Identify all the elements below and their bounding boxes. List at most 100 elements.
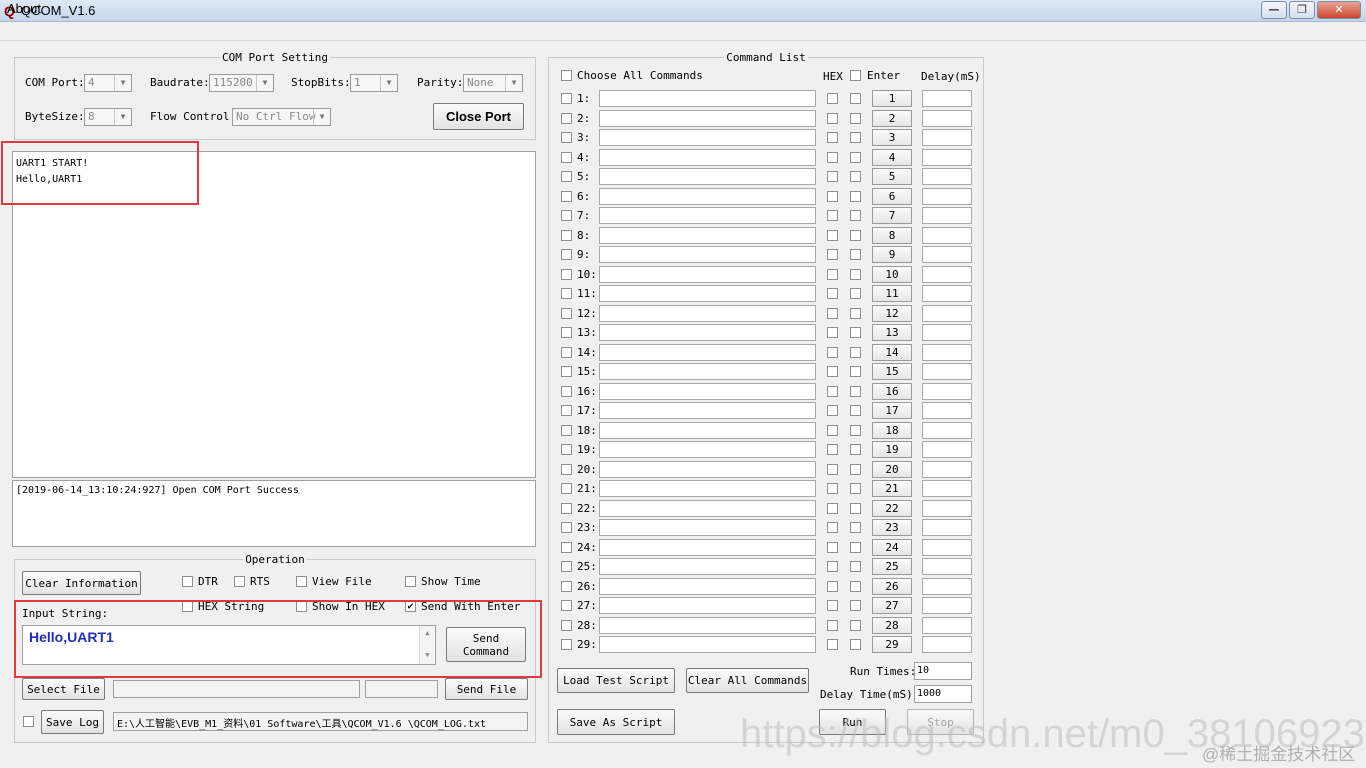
- command-hex-checkbox[interactable]: [827, 639, 838, 650]
- stopbits-select[interactable]: 1 ▼: [350, 74, 398, 92]
- command-row-checkbox[interactable]: [561, 112, 572, 124]
- dtr-checkbox[interactable]: [182, 576, 193, 587]
- command-row-checkbox[interactable]: [561, 580, 572, 592]
- command-row-checkbox[interactable]: [561, 483, 572, 494]
- command-input[interactable]: [599, 285, 816, 302]
- command-hex-checkbox[interactable]: [827, 190, 838, 202]
- command-send-button[interactable]: 9: [872, 246, 912, 263]
- command-input[interactable]: [599, 129, 816, 146]
- command-hex-checkbox[interactable]: [827, 151, 838, 163]
- command-enter-checkbox[interactable]: [850, 483, 861, 494]
- command-send-button[interactable]: 10: [872, 265, 912, 283]
- command-delay-input[interactable]: [922, 636, 972, 653]
- command-delay-input[interactable]: [922, 226, 972, 244]
- command-send-button[interactable]: 29: [872, 636, 912, 653]
- command-hex-checkbox[interactable]: [827, 405, 838, 416]
- clear-all-commands-button[interactable]: Clear All Commands: [686, 668, 809, 693]
- view-file-checkbox[interactable]: [296, 576, 307, 587]
- command-row-checkbox[interactable]: [561, 132, 572, 143]
- command-send-button[interactable]: 5: [872, 168, 912, 185]
- command-input[interactable]: [599, 480, 816, 497]
- command-delay-input[interactable]: [922, 616, 972, 634]
- command-delay-input[interactable]: [922, 441, 972, 458]
- command-input[interactable]: [599, 519, 816, 536]
- command-enter-checkbox[interactable]: [850, 249, 861, 260]
- command-enter-checkbox[interactable]: [850, 229, 861, 241]
- command-input[interactable]: [599, 441, 816, 458]
- command-delay-input[interactable]: [922, 499, 972, 517]
- command-input[interactable]: [599, 577, 816, 595]
- command-input[interactable]: [599, 382, 816, 400]
- command-input[interactable]: [599, 90, 816, 107]
- command-delay-input[interactable]: [922, 343, 972, 361]
- log-path-field[interactable]: E:\人工智能\EVB_M1_资料\01 Software\工具\QCOM_V1…: [113, 712, 528, 731]
- command-enter-checkbox[interactable]: [850, 600, 861, 611]
- command-send-button[interactable]: 17: [872, 402, 912, 419]
- command-row-checkbox[interactable]: [561, 424, 572, 436]
- command-input[interactable]: [599, 558, 816, 575]
- command-hex-checkbox[interactable]: [827, 522, 838, 533]
- command-send-button[interactable]: 19: [872, 441, 912, 458]
- flow-control-select[interactable]: No Ctrl Flow ▼: [232, 108, 331, 126]
- command-hex-checkbox[interactable]: [827, 366, 838, 377]
- parity-select[interactable]: None ▼: [463, 74, 523, 92]
- command-send-button[interactable]: 3: [872, 129, 912, 146]
- command-row-checkbox[interactable]: [561, 190, 572, 202]
- command-delay-input[interactable]: [922, 402, 972, 419]
- command-enter-checkbox[interactable]: [850, 93, 861, 104]
- maximize-button[interactable]: ❐: [1289, 1, 1315, 19]
- command-row-checkbox[interactable]: [561, 502, 572, 514]
- command-hex-checkbox[interactable]: [827, 424, 838, 436]
- command-input[interactable]: [599, 109, 816, 127]
- choose-all-checkbox[interactable]: [561, 70, 572, 81]
- command-delay-input[interactable]: [922, 304, 972, 322]
- command-enter-checkbox[interactable]: [850, 580, 861, 592]
- command-hex-checkbox[interactable]: [827, 463, 838, 475]
- command-row-checkbox[interactable]: [561, 619, 572, 631]
- command-send-button[interactable]: 4: [872, 148, 912, 166]
- load-test-script-button[interactable]: Load Test Script: [557, 668, 675, 693]
- save-as-script-button[interactable]: Save As Script: [557, 709, 675, 735]
- close-port-button[interactable]: Close Port: [433, 103, 524, 130]
- command-input[interactable]: [599, 304, 816, 322]
- command-row-checkbox[interactable]: [561, 307, 572, 319]
- command-hex-checkbox[interactable]: [827, 444, 838, 455]
- command-hex-checkbox[interactable]: [827, 327, 838, 338]
- command-hex-checkbox[interactable]: [827, 93, 838, 104]
- command-input[interactable]: [599, 616, 816, 634]
- bytesize-select[interactable]: 8 ▼: [84, 108, 132, 126]
- command-row-checkbox[interactable]: [561, 327, 572, 338]
- command-row-checkbox[interactable]: [561, 171, 572, 182]
- command-row-checkbox[interactable]: [561, 600, 572, 611]
- command-send-button[interactable]: 15: [872, 363, 912, 380]
- command-hex-checkbox[interactable]: [827, 600, 838, 611]
- command-send-button[interactable]: 23: [872, 519, 912, 536]
- command-hex-checkbox[interactable]: [827, 210, 838, 221]
- command-delay-input[interactable]: [922, 324, 972, 341]
- command-enter-checkbox[interactable]: [850, 444, 861, 455]
- command-enter-checkbox[interactable]: [850, 424, 861, 436]
- command-enter-checkbox[interactable]: [850, 151, 861, 163]
- clear-information-button[interactable]: Clear Information: [22, 571, 141, 595]
- log-textarea[interactable]: [2019-06-14_13:10:24:927] Open COM Port …: [12, 480, 536, 547]
- show-time-checkbox[interactable]: [405, 576, 416, 587]
- command-delay-input[interactable]: [922, 265, 972, 283]
- command-enter-checkbox[interactable]: [850, 541, 861, 553]
- command-hex-checkbox[interactable]: [827, 132, 838, 143]
- save-log-button[interactable]: Save Log: [41, 710, 104, 734]
- command-delay-input[interactable]: [922, 558, 972, 575]
- command-send-button[interactable]: 28: [872, 616, 912, 634]
- command-hex-checkbox[interactable]: [827, 307, 838, 319]
- command-hex-checkbox[interactable]: [827, 268, 838, 280]
- command-delay-input[interactable]: [922, 460, 972, 478]
- command-delay-input[interactable]: [922, 538, 972, 556]
- command-enter-checkbox[interactable]: [850, 288, 861, 299]
- command-send-button[interactable]: 2: [872, 109, 912, 127]
- command-input[interactable]: [599, 421, 816, 439]
- command-hex-checkbox[interactable]: [827, 502, 838, 514]
- command-hex-checkbox[interactable]: [827, 346, 838, 358]
- command-hex-checkbox[interactable]: [827, 249, 838, 260]
- command-row-checkbox[interactable]: [561, 288, 572, 299]
- command-send-button[interactable]: 26: [872, 577, 912, 595]
- command-send-button[interactable]: 20: [872, 460, 912, 478]
